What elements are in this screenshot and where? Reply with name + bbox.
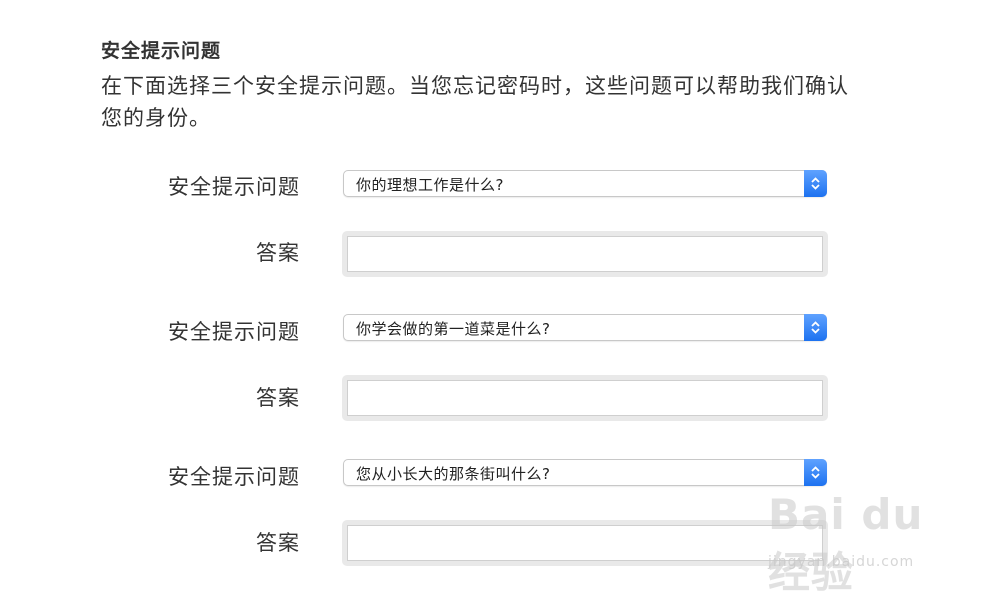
answer-2-label: 答案 [256,386,300,410]
answer-1-input[interactable] [347,236,823,272]
question-3-selected-value: 您从小长大的那条街叫什么? [356,465,551,483]
answer-2-field-wrap [342,375,828,421]
chevron-updown-icon[interactable] [804,170,827,197]
question-1-selected-value: 你的理想工作是什么? [356,176,504,194]
answer-3-input[interactable] [347,525,823,561]
chevron-updown-icon[interactable] [804,459,827,486]
answer-2-input[interactable] [347,380,823,416]
chevron-updown-icon[interactable] [804,314,827,341]
section-title: 安全提示问题 [101,40,222,62]
question-2-select[interactable]: 你学会做的第一道菜是什么? [343,314,827,341]
answer-1-field-wrap [342,231,828,277]
security-questions-page: 安全提示问题 在下面选择三个安全提示问题。当您忘记密码时，这些问题可以帮助我们确… [0,0,1000,601]
question-2-label: 安全提示问题 [168,320,300,344]
answer-1-label: 答案 [256,241,300,265]
question-1-label: 安全提示问题 [168,175,300,199]
question-3-select[interactable]: 您从小长大的那条街叫什么? [343,459,827,486]
section-description: 在下面选择三个安全提示问题。当您忘记密码时，这些问题可以帮助我们确认您的身份。 [101,74,849,130]
answer-3-field-wrap [342,520,828,566]
question-1-select[interactable]: 你的理想工作是什么? [343,170,827,197]
question-3-label: 安全提示问题 [168,465,300,489]
question-2-selected-value: 你学会做的第一道菜是什么? [356,320,551,338]
answer-3-label: 答案 [256,531,300,555]
